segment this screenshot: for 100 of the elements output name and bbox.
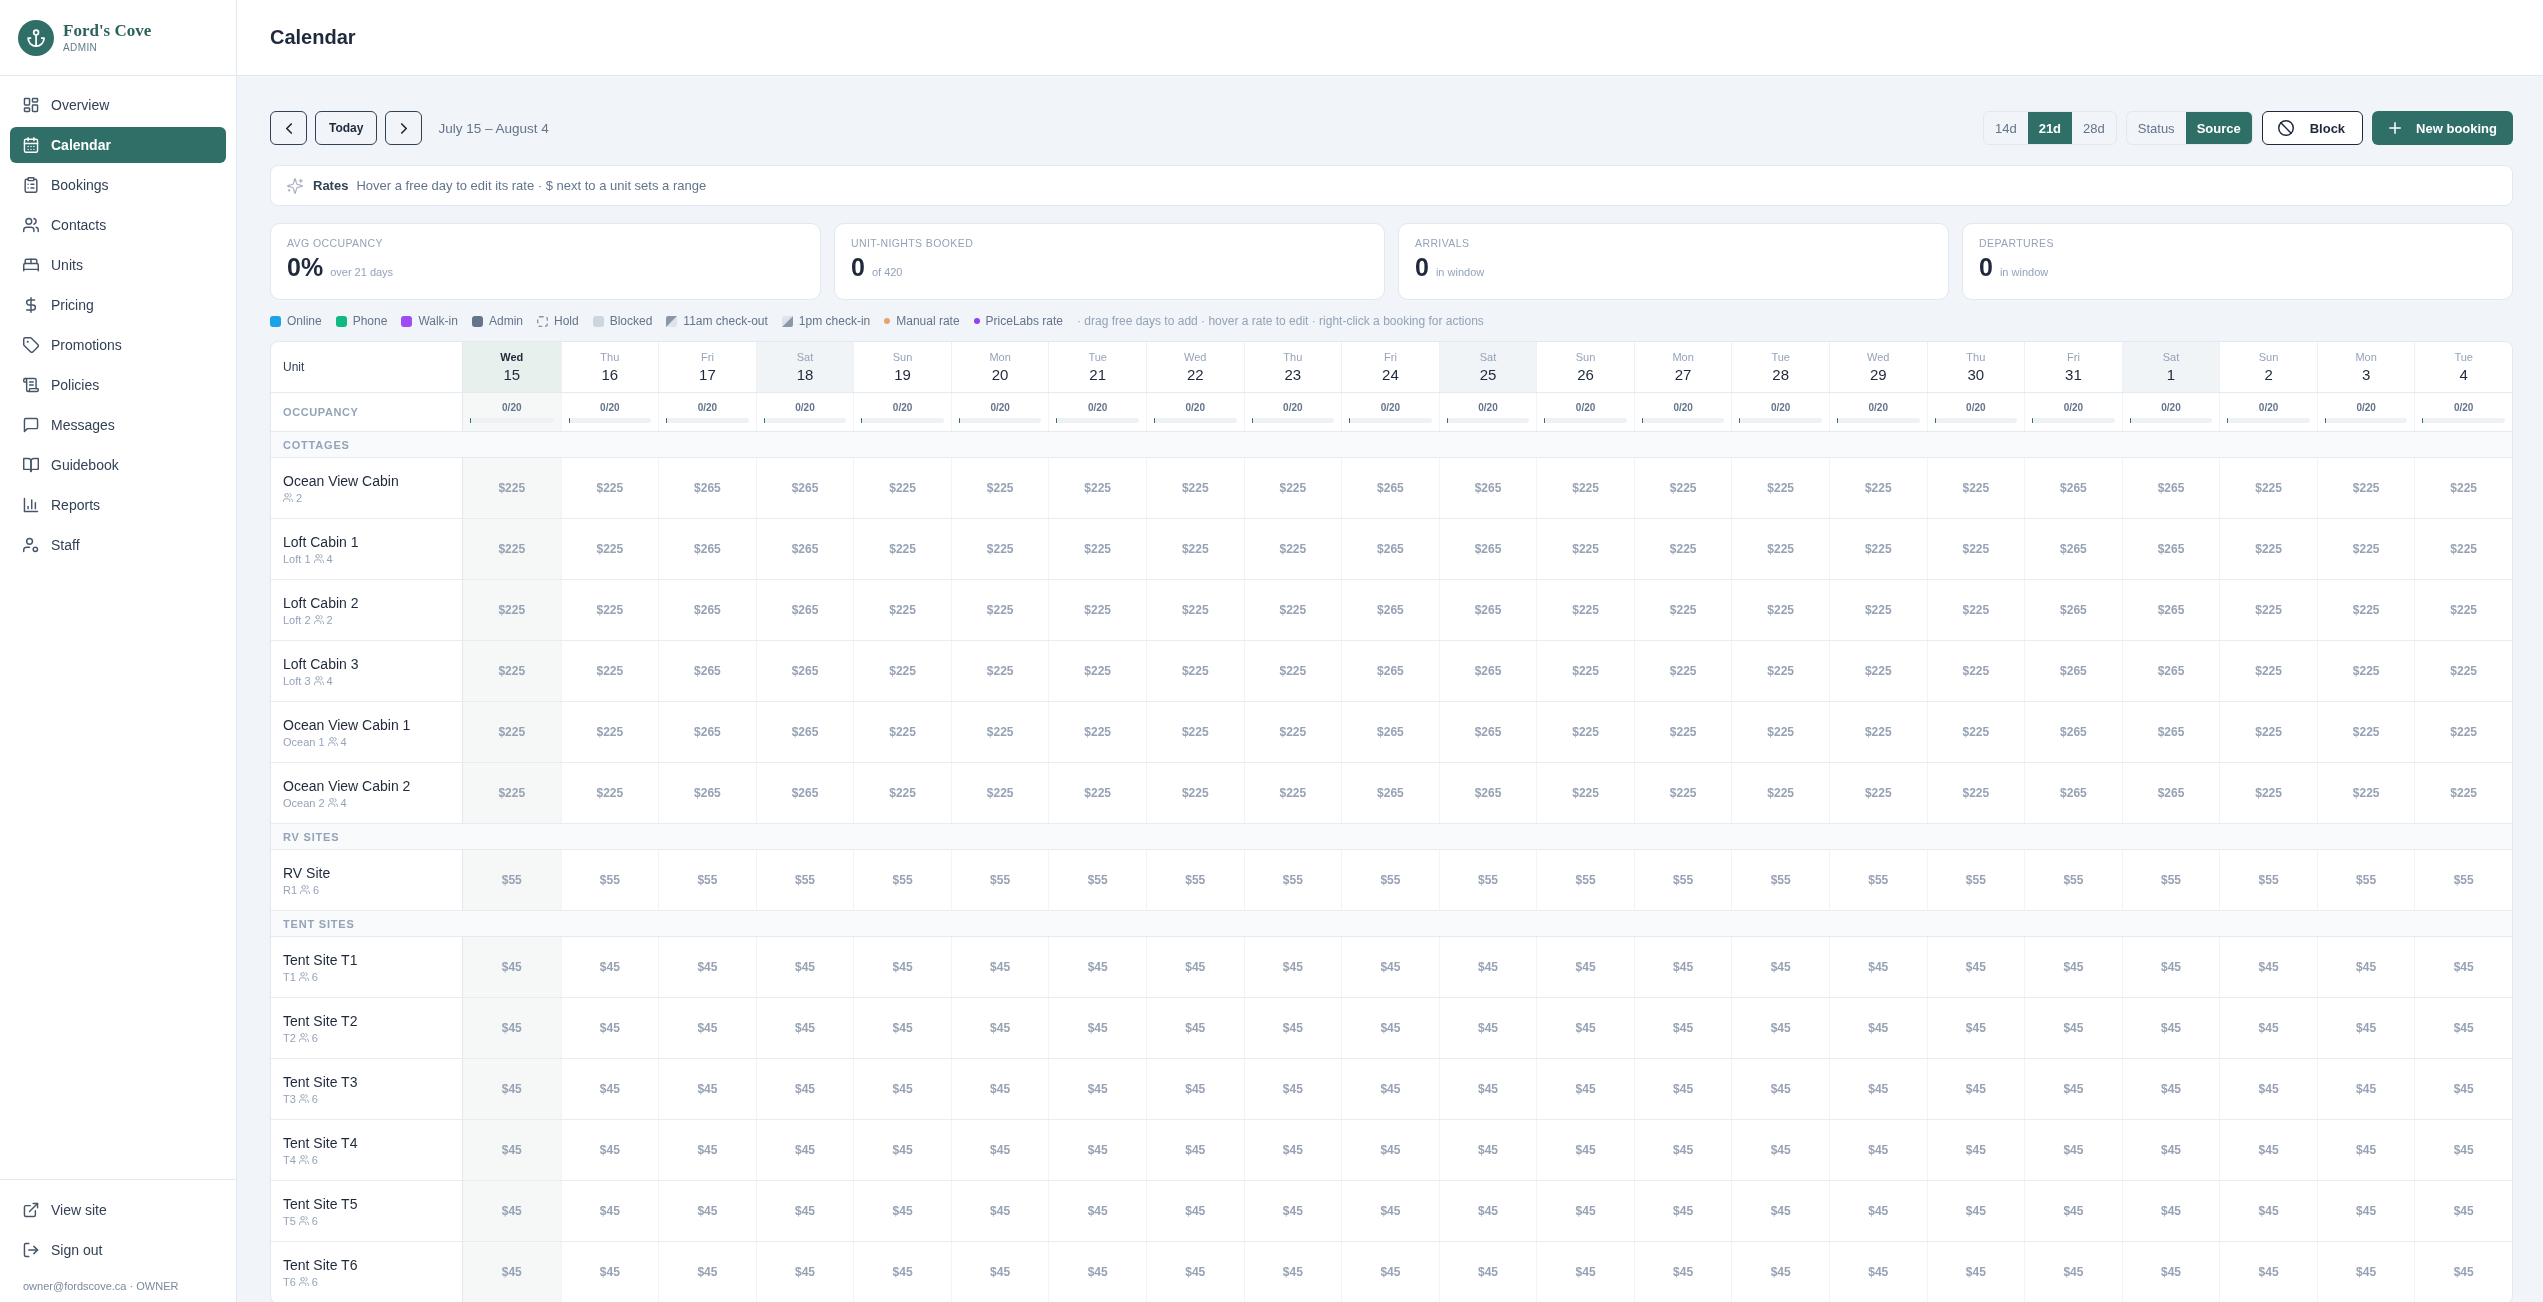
- rate-cell[interactable]: $225: [1829, 641, 1927, 701]
- rate-cell[interactable]: $265: [1341, 641, 1439, 701]
- rate-cell[interactable]: $45: [853, 1242, 951, 1302]
- rate-cell[interactable]: $225: [1536, 641, 1634, 701]
- rate-cell[interactable]: $225: [1243, 641, 1342, 701]
- rate-cell[interactable]: $225: [2219, 702, 2317, 762]
- rate-cell[interactable]: $45: [755, 1120, 854, 1180]
- rate-cell[interactable]: $265: [2024, 763, 2122, 823]
- rate-cell[interactable]: $45: [2024, 1181, 2122, 1241]
- rate-cell[interactable]: $45: [1926, 1120, 2025, 1180]
- rate-cell[interactable]: $225: [1243, 580, 1342, 640]
- rate-cell[interactable]: $225: [1536, 763, 1634, 823]
- rate-cell[interactable]: $55: [1633, 850, 1732, 910]
- rate-cell[interactable]: $225: [1146, 641, 1244, 701]
- rate-cell[interactable]: $225: [1633, 702, 1732, 762]
- rate-cell[interactable]: $45: [755, 1181, 854, 1241]
- rate-cell[interactable]: $225: [560, 641, 659, 701]
- rate-cell[interactable]: $45: [2316, 1059, 2415, 1119]
- rate-cell[interactable]: $45: [2219, 1059, 2317, 1119]
- rate-cell[interactable]: $45: [560, 1181, 659, 1241]
- rate-cell[interactable]: $45: [2024, 1059, 2122, 1119]
- rate-cell[interactable]: $45: [1926, 1242, 2025, 1302]
- rate-cell[interactable]: $45: [1536, 937, 1634, 997]
- rate-cell[interactable]: $265: [755, 763, 854, 823]
- rate-cell[interactable]: $265: [1438, 580, 1537, 640]
- rate-cell[interactable]: $225: [2219, 458, 2317, 518]
- rate-cell[interactable]: $225: [560, 763, 659, 823]
- rate-cell[interactable]: $45: [1829, 1242, 1927, 1302]
- rate-cell[interactable]: $225: [1048, 458, 1146, 518]
- rate-cell[interactable]: $45: [2121, 1059, 2220, 1119]
- rate-cell[interactable]: $225: [1146, 519, 1244, 579]
- rate-cell[interactable]: $45: [1536, 1120, 1634, 1180]
- rate-cell[interactable]: $45: [2121, 937, 2220, 997]
- rate-cell[interactable]: $45: [2414, 998, 2512, 1058]
- rate-cell[interactable]: $225: [1536, 580, 1634, 640]
- rate-cell[interactable]: $45: [2316, 998, 2415, 1058]
- rate-cell[interactable]: $265: [658, 458, 756, 518]
- nav-item[interactable]: Overview: [10, 87, 226, 123]
- rate-cell[interactable]: $45: [1146, 937, 1244, 997]
- rate-cell[interactable]: $45: [2414, 1242, 2512, 1302]
- rate-cell[interactable]: $225: [1633, 519, 1732, 579]
- rate-cell[interactable]: $225: [1731, 702, 1829, 762]
- rate-cell[interactable]: $225: [1633, 458, 1732, 518]
- rate-cell[interactable]: $45: [1829, 998, 1927, 1058]
- rate-cell[interactable]: $225: [1146, 458, 1244, 518]
- rate-cell[interactable]: $45: [2121, 1242, 2220, 1302]
- rate-cell[interactable]: $225: [2316, 641, 2415, 701]
- rate-cell[interactable]: $225: [853, 763, 951, 823]
- rate-cell[interactable]: $45: [950, 1120, 1049, 1180]
- rate-cell[interactable]: $45: [1536, 998, 1634, 1058]
- rate-cell[interactable]: $45: [658, 937, 756, 997]
- rate-cell[interactable]: $45: [658, 1059, 756, 1119]
- rate-cell[interactable]: $45: [1731, 1181, 1829, 1241]
- rate-cell[interactable]: $225: [2316, 580, 2415, 640]
- rate-cell[interactable]: $45: [950, 937, 1049, 997]
- rate-cell[interactable]: $45: [1536, 1181, 1634, 1241]
- rate-cell[interactable]: $55: [1536, 850, 1634, 910]
- rate-cell[interactable]: $45: [463, 998, 561, 1058]
- rate-cell[interactable]: $45: [1438, 1120, 1537, 1180]
- rate-cell[interactable]: $265: [755, 641, 854, 701]
- rate-cell[interactable]: $225: [560, 458, 659, 518]
- rate-cell[interactable]: $225: [1731, 580, 1829, 640]
- rate-cell[interactable]: $45: [1829, 1181, 1927, 1241]
- rate-cell[interactable]: $45: [755, 937, 854, 997]
- rate-cell[interactable]: $265: [2024, 702, 2122, 762]
- rate-cell[interactable]: $225: [1048, 763, 1146, 823]
- rate-cell[interactable]: $45: [1048, 1181, 1146, 1241]
- rate-cell[interactable]: $45: [1048, 1059, 1146, 1119]
- rate-cell[interactable]: $225: [1926, 641, 2025, 701]
- rate-cell[interactable]: $225: [560, 519, 659, 579]
- rate-cell[interactable]: $45: [1341, 1242, 1439, 1302]
- rate-cell[interactable]: $225: [1243, 519, 1342, 579]
- rate-cell[interactable]: $225: [2414, 702, 2512, 762]
- rate-cell[interactable]: $45: [1633, 1242, 1732, 1302]
- block-button[interactable]: Block: [2261, 111, 2364, 145]
- rate-cell[interactable]: $225: [1536, 702, 1634, 762]
- rate-cell[interactable]: $265: [2121, 702, 2220, 762]
- rate-cell[interactable]: $225: [1536, 519, 1634, 579]
- rate-cell[interactable]: $55: [2121, 850, 2220, 910]
- nav-item[interactable]: Bookings: [10, 167, 226, 203]
- rate-cell[interactable]: $45: [853, 998, 951, 1058]
- rate-cell[interactable]: $45: [463, 1242, 561, 1302]
- rate-cell[interactable]: $45: [1048, 937, 1146, 997]
- rate-cell[interactable]: $45: [950, 1059, 1049, 1119]
- rate-cell[interactable]: $45: [1731, 1120, 1829, 1180]
- rate-cell[interactable]: $45: [1341, 1059, 1439, 1119]
- rate-cell[interactable]: $45: [853, 1120, 951, 1180]
- rate-cell[interactable]: $225: [1829, 763, 1927, 823]
- rate-cell[interactable]: $45: [2414, 937, 2512, 997]
- rate-cell[interactable]: $225: [853, 519, 951, 579]
- rate-cell[interactable]: $45: [2024, 1120, 2122, 1180]
- rate-cell[interactable]: $225: [1633, 641, 1732, 701]
- rate-cell[interactable]: $225: [853, 641, 951, 701]
- rate-cell[interactable]: $45: [658, 1120, 756, 1180]
- rate-cell[interactable]: $265: [2024, 458, 2122, 518]
- rate-cell[interactable]: $225: [2316, 519, 2415, 579]
- rate-cell[interactable]: $45: [463, 1059, 561, 1119]
- rate-cell[interactable]: $225: [1146, 702, 1244, 762]
- rate-cell[interactable]: $45: [1146, 998, 1244, 1058]
- color-mode-option[interactable]: Source: [2185, 112, 2252, 144]
